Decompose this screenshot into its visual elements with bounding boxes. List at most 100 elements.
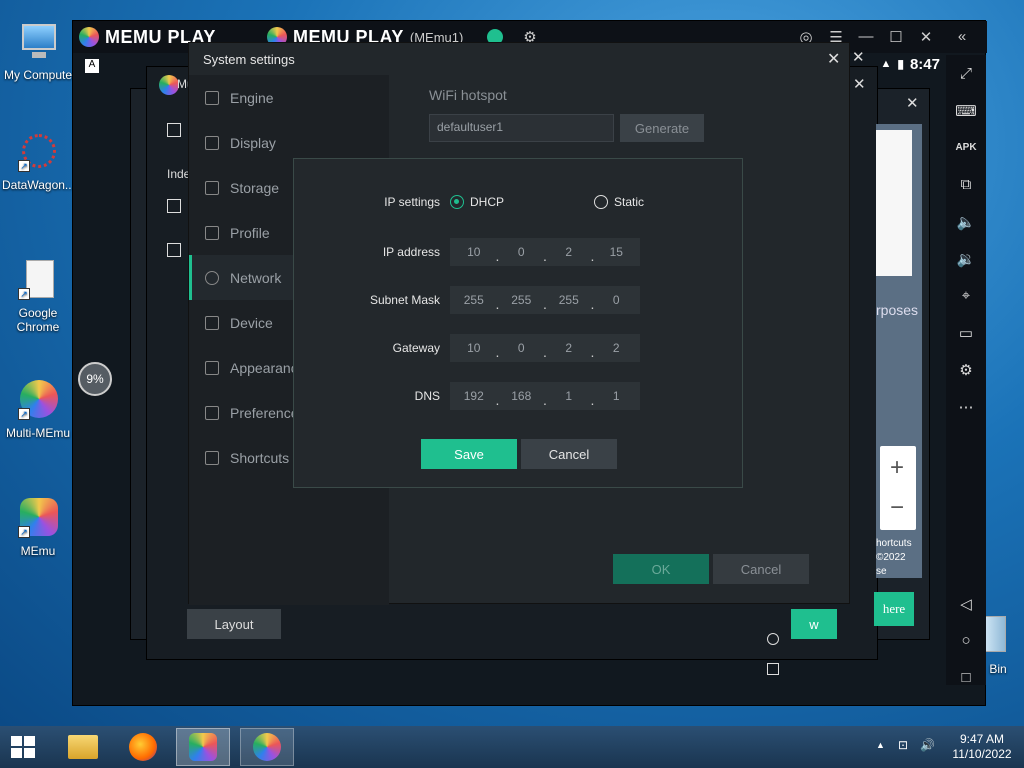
- start-button[interactable]: [0, 728, 46, 766]
- collapse-icon[interactable]: «: [947, 28, 977, 45]
- close-icon[interactable]: ✕: [911, 28, 941, 46]
- map-zoom: + −: [880, 446, 916, 530]
- dhcp-radio[interactable]: [450, 195, 464, 209]
- ip-octet[interactable]: 2: [543, 238, 593, 270]
- desktop-icon-memu[interactable]: ↗ MEmu: [2, 496, 74, 558]
- generate-button[interactable]: Generate: [620, 114, 704, 142]
- zoom-in-button[interactable]: +: [890, 454, 904, 482]
- map-panel: rposes + − hortcuts ©2022 se: [876, 124, 922, 578]
- bg3-close-icon[interactable]: ✕: [906, 94, 919, 112]
- settings-title: System settings: [203, 52, 295, 67]
- taskbar-multimemu[interactable]: [240, 728, 294, 766]
- ip-address-field[interactable]: 10 0 2 15: [450, 238, 641, 270]
- save-button[interactable]: Save: [421, 439, 517, 469]
- dns-octet[interactable]: 192: [450, 382, 498, 410]
- dns-octet[interactable]: 168: [496, 382, 546, 414]
- zoom-out-button[interactable]: −: [890, 494, 904, 522]
- progress-badge: 9%: [78, 362, 112, 396]
- signal-icon: ▲: [880, 58, 892, 70]
- gateway-octet[interactable]: 2: [543, 334, 593, 366]
- map-se-text: se: [876, 566, 887, 577]
- multimemu-icon: ↗: [16, 378, 60, 422]
- maximize-icon[interactable]: ☐: [881, 28, 911, 46]
- network-icon[interactable]: ⊡: [898, 738, 908, 752]
- map-text: rposes: [876, 302, 919, 318]
- tray-clock[interactable]: 9:47 AM 11/10/2022: [944, 732, 1020, 762]
- dns-octet[interactable]: 1: [543, 382, 593, 414]
- volume-icon[interactable]: 🔊: [920, 738, 935, 752]
- gateway-octet[interactable]: 2: [591, 334, 641, 366]
- ip-octet[interactable]: 10: [450, 238, 498, 266]
- desktop-icon-chrome[interactable]: ↗ Google Chrome: [2, 258, 74, 334]
- nav-label: Appearanc: [230, 359, 298, 376]
- desktop-icon-multimemu[interactable]: ↗ Multi-MEmu: [2, 378, 74, 440]
- gateway-octet[interactable]: 10: [450, 334, 498, 362]
- bg-layout-button[interactable]: Layout: [187, 609, 281, 639]
- multimemu-icon: [253, 733, 281, 761]
- engine-icon: [205, 90, 219, 105]
- home-circle-icon[interactable]: [767, 633, 779, 645]
- static-radio[interactable]: [594, 195, 609, 209]
- desktop-icon-datawagon[interactable]: ↗ DataWagon...: [2, 130, 75, 192]
- keyboard-icon[interactable]: ⌨: [946, 92, 986, 129]
- taskbar-firefox[interactable]: [116, 728, 170, 766]
- modal-cancel-button[interactable]: Cancel: [521, 439, 617, 469]
- display-icon: [205, 135, 219, 150]
- recents-icon[interactable]: □: [946, 659, 986, 696]
- bg-checkbox[interactable]: [167, 199, 181, 213]
- bg-checkbox[interactable]: [167, 243, 181, 257]
- subnet-octet[interactable]: 255: [543, 286, 593, 318]
- settings-close-icon[interactable]: ✕: [827, 49, 840, 69]
- desktop-icon-label: Multi-MEmu: [5, 426, 70, 440]
- map-shortcuts-text: hortcuts: [876, 538, 912, 549]
- volume-down-icon[interactable]: 🔉: [946, 240, 986, 277]
- desktop-icon-label: Bin: [989, 662, 1007, 676]
- desktop-icon-label: My Compute: [3, 68, 73, 82]
- bg-checkbox[interactable]: [167, 123, 181, 137]
- bg-close-icon[interactable]: ✕: [853, 75, 866, 93]
- gateway-octet[interactable]: 0: [496, 334, 546, 366]
- gateway-label: Gateway: [392, 341, 440, 355]
- tray-expand-icon[interactable]: ▲: [876, 740, 885, 750]
- memu-icon: ↗: [16, 496, 60, 540]
- here-button[interactable]: here: [874, 592, 914, 626]
- bg-logo-icon: [159, 75, 179, 95]
- folder-icon[interactable]: ▭: [946, 314, 986, 351]
- file-icon: ↗: [16, 258, 60, 302]
- nav-label: Profile: [230, 224, 270, 241]
- bg-w-button[interactable]: w: [791, 609, 837, 639]
- apk-icon[interactable]: APK: [946, 129, 986, 166]
- ip-octet[interactable]: 15: [591, 238, 641, 270]
- nav-engine[interactable]: Engine: [189, 75, 389, 120]
- wifi-hotspot-input[interactable]: defaultuser1: [429, 114, 614, 142]
- settings-cancel-button[interactable]: Cancel: [713, 554, 809, 584]
- nav-label: Preference: [230, 404, 299, 421]
- settings-icon[interactable]: ⚙: [946, 351, 986, 388]
- dns-field[interactable]: 192 168 1 1: [450, 382, 641, 414]
- ip-octet[interactable]: 0: [496, 238, 546, 270]
- subnet-field[interactable]: 255 255 255 0: [450, 286, 641, 318]
- subnet-octet[interactable]: 0: [591, 286, 641, 318]
- location-icon[interactable]: ⌖: [946, 277, 986, 314]
- dhcp-label[interactable]: DHCP: [470, 195, 504, 209]
- more-icon[interactable]: ⋯: [946, 388, 986, 425]
- static-label[interactable]: Static: [614, 195, 644, 209]
- dns-octet[interactable]: 1: [591, 382, 641, 414]
- home-icon[interactable]: ○: [946, 622, 986, 659]
- fullscreen-icon[interactable]: ⤢: [946, 55, 986, 92]
- back-icon[interactable]: ◁: [946, 585, 986, 622]
- volume-up-icon[interactable]: 🔈: [946, 203, 986, 240]
- android-a-icon: A: [85, 59, 99, 73]
- recents-square-icon[interactable]: [767, 663, 779, 675]
- ok-button[interactable]: OK: [613, 554, 709, 584]
- memu-icon: [189, 733, 217, 761]
- taskbar-memu[interactable]: [176, 728, 230, 766]
- gateway-field[interactable]: 10 0 2 2: [450, 334, 641, 366]
- subnet-octet[interactable]: 255: [496, 286, 546, 318]
- subnet-octet[interactable]: 255: [450, 286, 498, 314]
- nav-label: Shortcuts: [230, 449, 290, 466]
- minimize-icon[interactable]: —: [851, 28, 881, 45]
- taskbar-explorer[interactable]: [56, 728, 110, 766]
- desktop-icon-computer[interactable]: My Compute: [2, 20, 74, 82]
- add-window-icon[interactable]: ⧉: [946, 166, 986, 203]
